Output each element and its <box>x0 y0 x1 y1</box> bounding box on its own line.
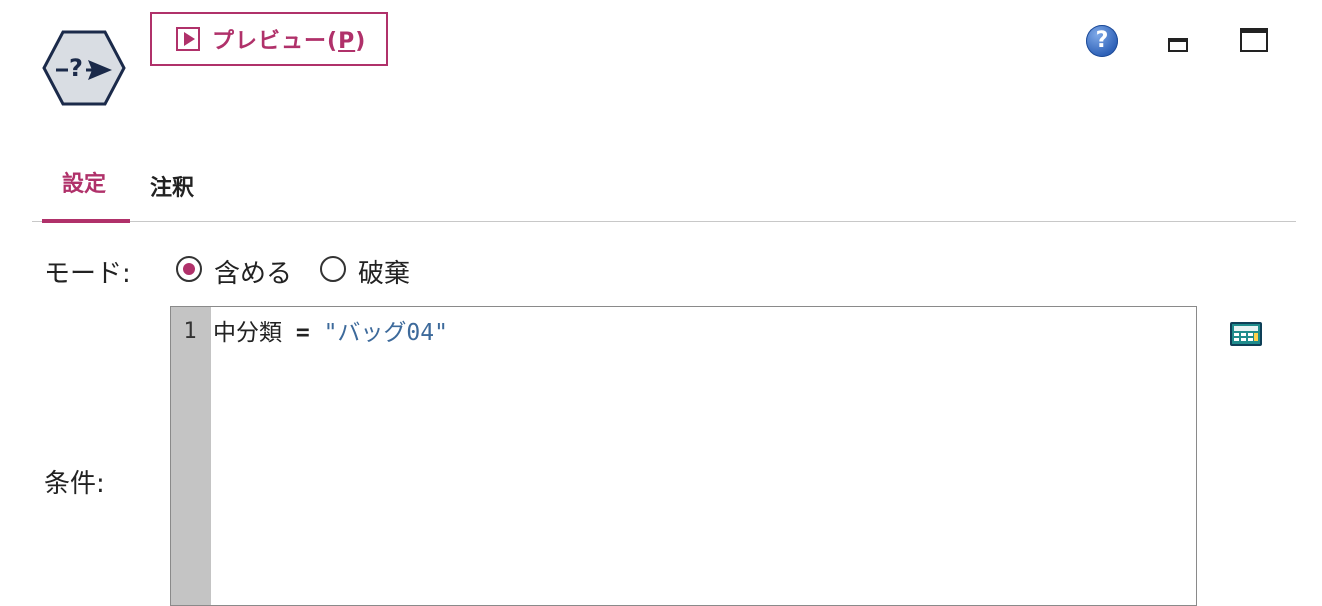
active-tab-indicator <box>42 219 130 223</box>
condition-editor[interactable]: 1 中分類 = "バッグ04" <box>170 306 1197 606</box>
svg-text:?: ? <box>69 54 83 82</box>
play-icon <box>176 27 200 51</box>
tab-settings[interactable]: 設定 <box>62 166 106 198</box>
code-operator: = <box>295 320 310 346</box>
mode-include-radio[interactable] <box>176 256 202 282</box>
line-number: 1 <box>183 319 197 344</box>
mode-label: モード: <box>44 259 131 289</box>
mode-include-label[interactable]: 含める <box>214 253 292 290</box>
preview-button-label: プレビュー(P) <box>212 29 367 54</box>
code-line[interactable]: 中分類 = "バッグ04" <box>213 313 448 347</box>
minimize-icon[interactable] <box>1168 38 1188 52</box>
help-icon[interactable]: ? <box>1086 25 1118 57</box>
tab-annotation[interactable]: 注釈 <box>150 170 194 202</box>
mode-discard-radio[interactable] <box>320 256 346 282</box>
preview-button[interactable]: プレビュー(P) <box>150 12 388 66</box>
mode-discard-label[interactable]: 破棄 <box>358 253 410 290</box>
editor-gutter <box>171 307 211 605</box>
maximize-icon[interactable] <box>1240 28 1268 52</box>
condition-label: 条件: <box>44 469 105 499</box>
select-node-icon: ? <box>42 30 126 106</box>
code-string-literal: "バッグ04" <box>309 320 448 346</box>
tab-divider <box>32 221 1296 222</box>
code-field: 中分類 <box>213 320 296 346</box>
expression-builder-icon[interactable] <box>1230 322 1262 346</box>
